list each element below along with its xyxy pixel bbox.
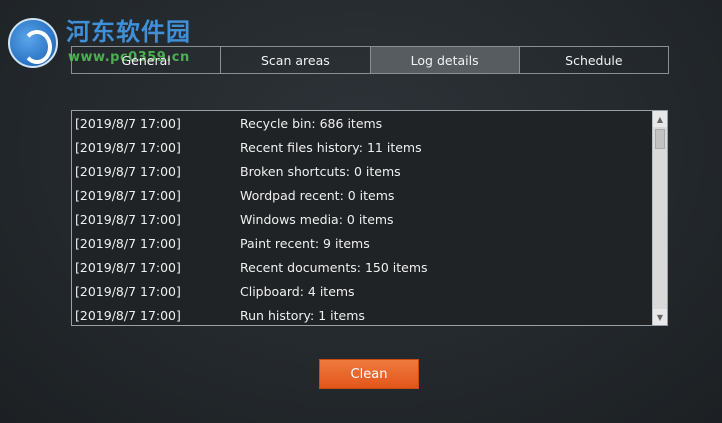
log-message: Run history: 1 items [240, 307, 365, 323]
triangle-up-icon: ▲ [656, 114, 664, 124]
log-row: [2019/8/7 17:00] Paint recent: 9 items [72, 231, 652, 255]
log-row: [2019/8/7 17:00] Recent documents: 150 i… [72, 255, 652, 279]
log-row: [2019/8/7 17:00] Wordpad recent: 0 items [72, 183, 652, 207]
tab-log-details[interactable]: Log details [370, 47, 520, 73]
triangle-down-icon: ▼ [656, 312, 664, 322]
log-message: Broken shortcuts: 0 items [240, 163, 401, 179]
log-message: Recent files history: 11 items [240, 139, 422, 155]
log-row: [2019/8/7 17:00] Windows media: 0 items [72, 207, 652, 231]
log-timestamp: [2019/8/7 17:00] [75, 259, 181, 275]
tab-schedule[interactable]: Schedule [520, 47, 668, 73]
log-timestamp: [2019/8/7 17:00] [75, 283, 181, 299]
log-message: Clipboard: 4 items [240, 283, 355, 299]
log-scrollbar[interactable]: ▲ ▼ [652, 111, 667, 325]
log-timestamp: [2019/8/7 17:00] [75, 235, 181, 251]
tab-general[interactable]: General [72, 47, 222, 73]
log-panel: [2019/8/7 17:00] Recycle bin: 686 items … [71, 110, 668, 326]
scroll-up-button[interactable]: ▲ [653, 111, 667, 127]
log-timestamp: [2019/8/7 17:00] [75, 115, 181, 131]
log-row: [2019/8/7 17:00] Broken shortcuts: 0 ite… [72, 159, 652, 183]
scroll-thumb[interactable] [655, 129, 665, 149]
log-row: [2019/8/7 17:00] Recent files history: 1… [72, 135, 652, 159]
log-message: Recycle bin: 686 items [240, 115, 383, 131]
log-timestamp: [2019/8/7 17:00] [75, 211, 181, 227]
log-row: [2019/8/7 17:00] Recycle bin: 686 items [72, 111, 652, 135]
log-message: Wordpad recent: 0 items [240, 187, 395, 203]
tab-scan-areas[interactable]: Scan areas [221, 47, 371, 73]
log-message: Paint recent: 9 items [240, 235, 370, 251]
watermark-logo-icon [8, 18, 58, 68]
log-message: Windows media: 0 items [240, 211, 394, 227]
log-timestamp: [2019/8/7 17:00] [75, 187, 181, 203]
log-message: Recent documents: 150 items [240, 259, 428, 275]
tab-bar: General Scan areas Log details Schedule [71, 46, 669, 74]
log-timestamp: [2019/8/7 17:00] [75, 307, 181, 323]
clean-button[interactable]: Clean [319, 359, 419, 389]
log-row: [2019/8/7 17:00] Run history: 1 items [72, 303, 652, 325]
log-row: [2019/8/7 17:00] Clipboard: 4 items [72, 279, 652, 303]
watermark-title: 河东软件园 [66, 17, 191, 46]
log-timestamp: [2019/8/7 17:00] [75, 163, 181, 179]
log-list: [2019/8/7 17:00] Recycle bin: 686 items … [72, 111, 652, 325]
scroll-down-button[interactable]: ▼ [653, 309, 667, 325]
log-timestamp: [2019/8/7 17:00] [75, 139, 181, 155]
